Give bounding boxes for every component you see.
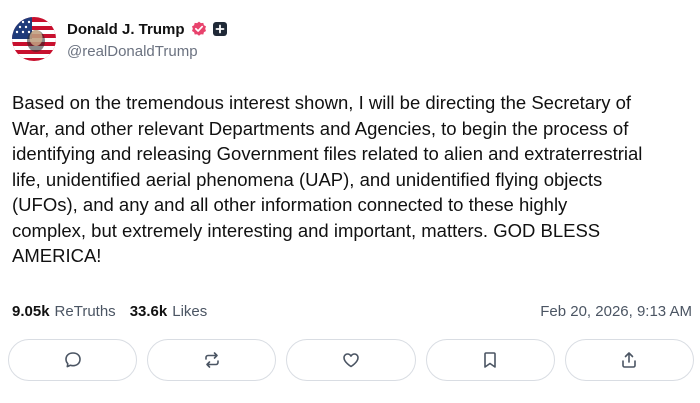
reply-icon	[64, 352, 81, 368]
author-display-name[interactable]: Donald J. Trump	[67, 21, 185, 38]
bookmark-button[interactable]	[425, 339, 555, 381]
like-heart-icon	[343, 353, 359, 368]
like-button[interactable]	[286, 339, 416, 381]
post-timestamp[interactable]: Feb 20, 2026, 9:13 AM	[540, 303, 692, 320]
post-stats-row: 9.05k ReTruths 33.6k Likes Feb 20, 2026,…	[12, 300, 692, 322]
retruths-count: 9.05k	[12, 302, 50, 320]
avatar-american-flag-portrait-icon	[12, 17, 56, 61]
likes-label: Likes	[172, 302, 208, 320]
author-name-row: Donald J. Trump	[67, 19, 227, 39]
likes-count: 33.6k	[129, 302, 168, 320]
share-icon	[622, 352, 637, 368]
reply-button[interactable]	[8, 339, 138, 381]
retruth-button[interactable]	[147, 339, 277, 381]
post-action-bar	[8, 339, 695, 383]
author-avatar[interactable]	[12, 17, 56, 61]
author-handle[interactable]: @realDonaldTrump	[67, 43, 198, 60]
share-button[interactable]	[564, 339, 695, 381]
retruth-icon	[204, 352, 219, 368]
post-body-text: Based on the tremendous interest shown, …	[12, 92, 643, 266]
bookmark-icon	[484, 352, 497, 368]
retruths-label: ReTruths	[54, 302, 116, 320]
plus-badge-icon	[212, 22, 227, 36]
post-card: Donald J. Trump @realDonaldTrump Based o…	[0, 0, 700, 403]
verified-badge-icon	[191, 21, 206, 36]
likes-stat[interactable]: 33.6k Likes	[130, 303, 208, 320]
retruths-stat[interactable]: 9.05k ReTruths	[12, 303, 116, 320]
